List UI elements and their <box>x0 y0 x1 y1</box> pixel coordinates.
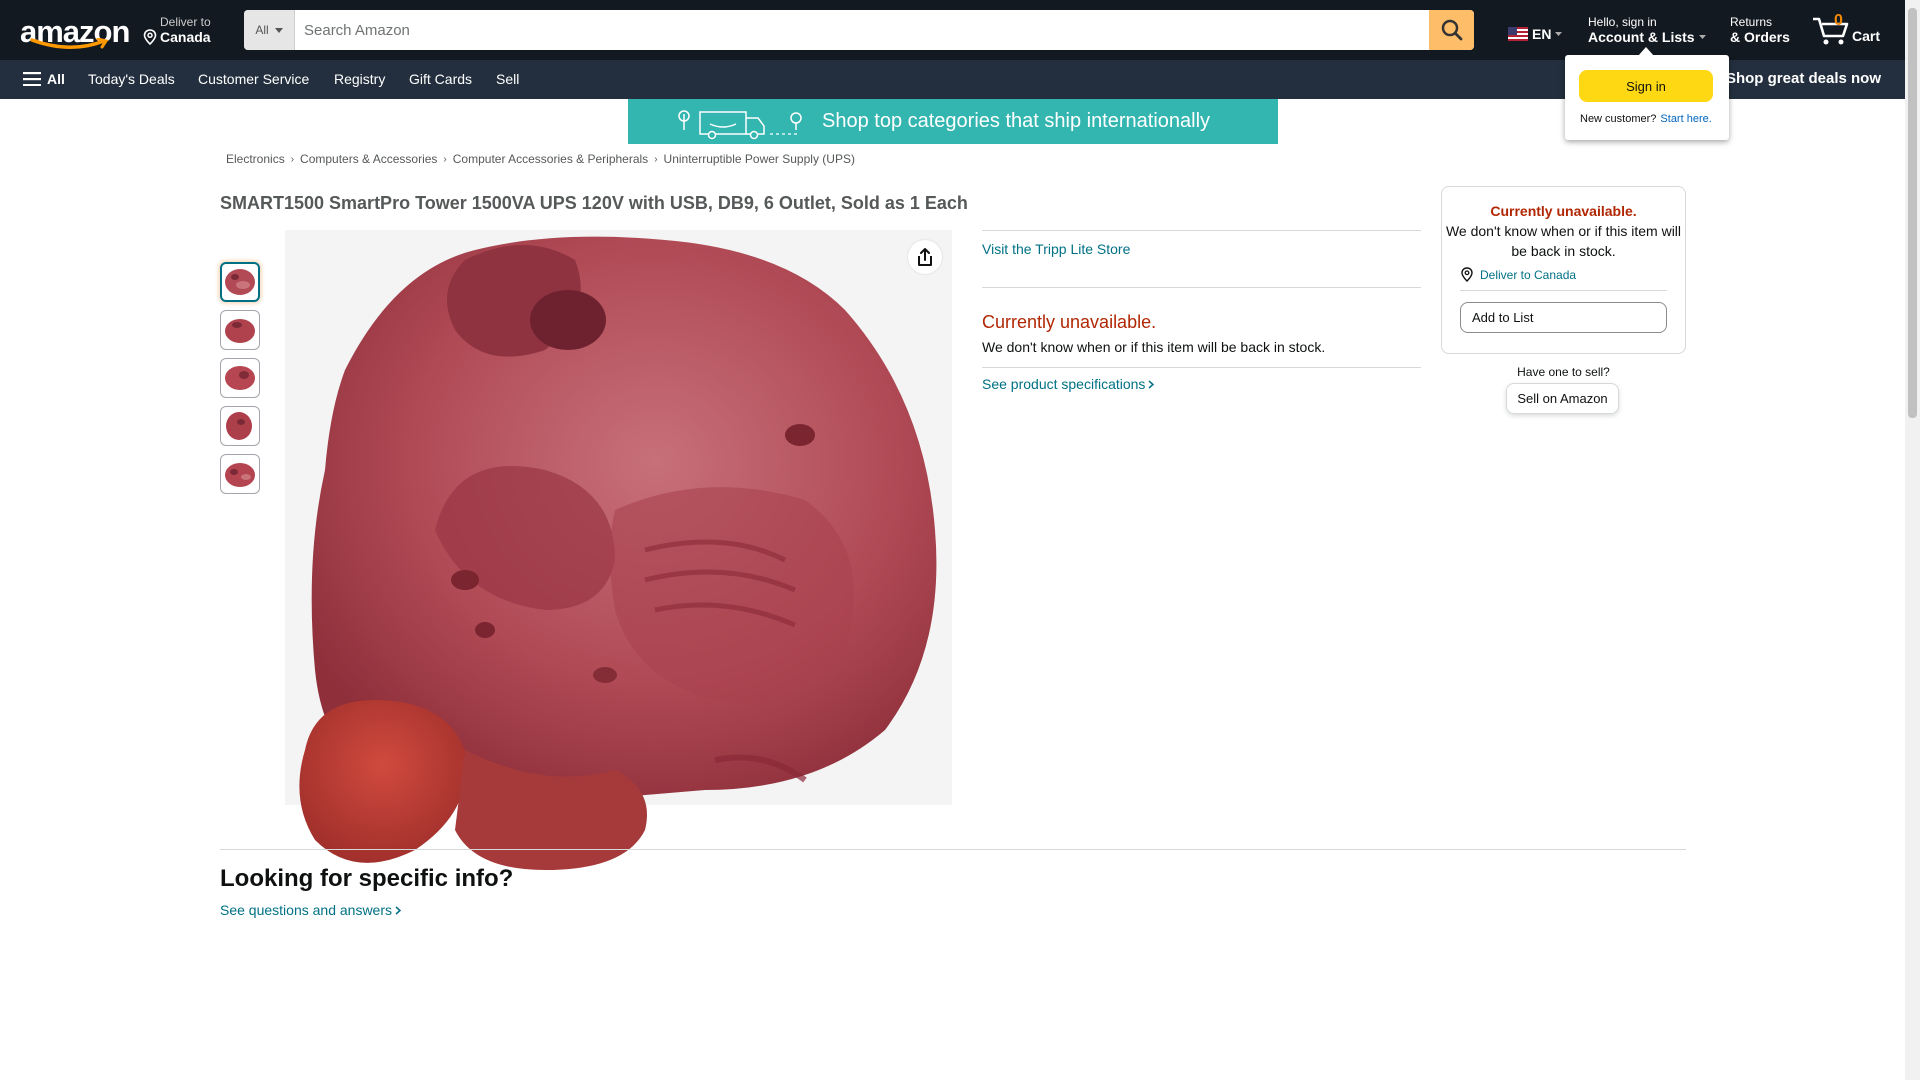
product-title: SMART1500 SmartPro Tower 1500VA UPS 120V… <box>220 193 968 213</box>
search-icon <box>1441 19 1462 41</box>
breadcrumb-separator: › <box>443 153 447 165</box>
returns-orders[interactable]: Returns & Orders <box>1730 15 1790 45</box>
all-menu-button[interactable]: All <box>23 71 65 87</box>
buybox-availability: Currently unavailable. <box>1490 203 1637 219</box>
all-menu-label: All <box>47 71 65 87</box>
account-lists-label: Account & Lists <box>1588 29 1695 45</box>
us-flag-icon <box>1508 27 1528 41</box>
thumbnail-image <box>225 269 255 295</box>
caret-down-icon <box>1555 32 1563 36</box>
questions-answers-link[interactable]: See questions and answers <box>220 902 401 918</box>
international-shipping-banner[interactable]: Shop top categories that ship internatio… <box>628 99 1278 144</box>
signin-button[interactable]: Sign in <box>1579 70 1713 102</box>
deliver-to[interactable]: Deliver to Canada <box>142 15 211 45</box>
chevron-right-icon <box>1148 379 1155 389</box>
start-here-link[interactable]: Start here. <box>1660 113 1711 125</box>
share-icon <box>918 248 932 266</box>
breadcrumb-separator: › <box>654 153 658 165</box>
thumbnail-3[interactable] <box>220 358 260 398</box>
buybox-deliver-label: Deliver to Canada <box>1480 267 1577 282</box>
orders-label: & Orders <box>1730 29 1790 45</box>
search-button[interactable] <box>1429 10 1474 50</box>
section-divider <box>220 849 1686 850</box>
deliver-to-country: Canada <box>160 29 211 45</box>
thumbnail-4[interactable] <box>220 406 260 446</box>
divider <box>982 287 1421 288</box>
account-menu[interactable]: Hello, sign in Account & Lists <box>1588 15 1706 45</box>
product-image[interactable] <box>285 230 952 885</box>
new-customer-label: New customer? <box>1580 113 1657 125</box>
cart-count: 0 <box>1834 12 1843 29</box>
returns-label: Returns <box>1730 15 1773 29</box>
thumbnail-2[interactable] <box>220 310 260 350</box>
product-spec-label: See product specifications <box>982 376 1146 392</box>
questions-answers-label: See questions and answers <box>220 902 392 918</box>
divider <box>982 230 1421 231</box>
thumbnail-image <box>225 366 255 390</box>
divider <box>982 367 1421 368</box>
thumbnail-1[interactable] <box>220 262 260 302</box>
subnav-todays-deals[interactable]: Today's Deals <box>88 71 175 87</box>
cart-button[interactable]: 0 Cart <box>1812 12 1882 48</box>
language-code: EN <box>1532 26 1552 42</box>
hamburger-icon <box>23 72 41 86</box>
breadcrumb-ups[interactable]: Uninterruptible Power Supply (UPS) <box>664 152 855 166</box>
cart-icon <box>1813 17 1849 45</box>
new-customer-text: New customer? Start here. <box>1580 113 1712 125</box>
buy-box: Currently unavailable. We don't know whe… <box>1441 186 1686 354</box>
scrollbar-thumb[interactable] <box>1908 8 1917 418</box>
breadcrumb-computer-peripherals[interactable]: Computer Accessories & Peripherals <box>453 152 648 166</box>
amazon-logo[interactable]: amazon <box>20 14 130 49</box>
logo-smile-icon <box>30 38 109 49</box>
signin-flyout: Sign in New customer? Start here. <box>1565 47 1729 140</box>
page-scrollbar[interactable] <box>1905 0 1920 1080</box>
image-thumbnails <box>220 262 262 502</box>
search-category-select[interactable]: All <box>244 10 295 50</box>
subnav-sell[interactable]: Sell <box>496 71 519 87</box>
search-input[interactable] <box>295 10 1429 50</box>
caret-down-icon <box>274 27 283 33</box>
truck-icon <box>678 109 802 139</box>
search-bar: All <box>244 10 1474 50</box>
share-button[interactable] <box>908 240 942 274</box>
sell-on-amazon-button[interactable]: Sell on Amazon <box>1506 383 1619 414</box>
buybox-deliver-link[interactable]: Deliver to Canada <box>1460 267 1685 282</box>
subnav-customer-service[interactable]: Customer Service <box>198 71 309 87</box>
cart-label: Cart <box>1852 28 1881 44</box>
sell-question: Have one to sell? <box>1517 365 1610 379</box>
breadcrumb: Electronics › Computers & Accessories › … <box>226 152 855 166</box>
thumbnail-image <box>225 319 255 343</box>
location-pin-icon <box>1461 267 1473 282</box>
divider <box>1460 290 1667 291</box>
location-pin-icon <box>143 29 157 45</box>
chevron-right-icon <box>395 905 401 915</box>
availability-note: We don't know when or if this item will … <box>982 339 1326 355</box>
buybox-availability-note: We don't know when or if this item will … <box>1445 223 1682 259</box>
product-spec-link[interactable]: See product specifications <box>982 376 1421 392</box>
banner-text: Shop top categories that ship internatio… <box>822 110 1211 132</box>
language-selector[interactable]: EN <box>1508 26 1563 42</box>
thumbnail-5[interactable] <box>220 454 260 494</box>
availability-status: Currently unavailable. <box>982 312 1157 332</box>
account-greeting: Hello, sign in <box>1588 15 1657 29</box>
deliver-to-label: Deliver to <box>160 15 211 29</box>
add-to-list-button[interactable]: Add to List <box>1460 302 1667 333</box>
shop-deals-promo[interactable]: Shop great deals now <box>1726 70 1881 87</box>
breadcrumb-separator: › <box>290 153 295 165</box>
thumbnail-image <box>226 412 252 440</box>
top-nav: amazon Deliver to Canada All Search Amaz… <box>0 0 1905 60</box>
store-link[interactable]: Visit the Tripp Lite Store <box>982 241 1421 287</box>
flyout-arrow <box>1638 47 1654 56</box>
specific-info-heading: Looking for specific info? <box>220 865 514 892</box>
product-details: Visit the Tripp Lite Store Currently una… <box>982 230 1421 392</box>
subnav-registry[interactable]: Registry <box>334 71 385 87</box>
thumbnail-image <box>225 463 255 487</box>
caret-down-icon <box>1698 35 1706 39</box>
breadcrumb-electronics[interactable]: Electronics <box>226 152 285 166</box>
search-category-label: All <box>255 23 269 37</box>
breadcrumb-computers-accessories[interactable]: Computers & Accessories <box>300 152 437 166</box>
subnav-gift-cards[interactable]: Gift Cards <box>409 71 472 87</box>
